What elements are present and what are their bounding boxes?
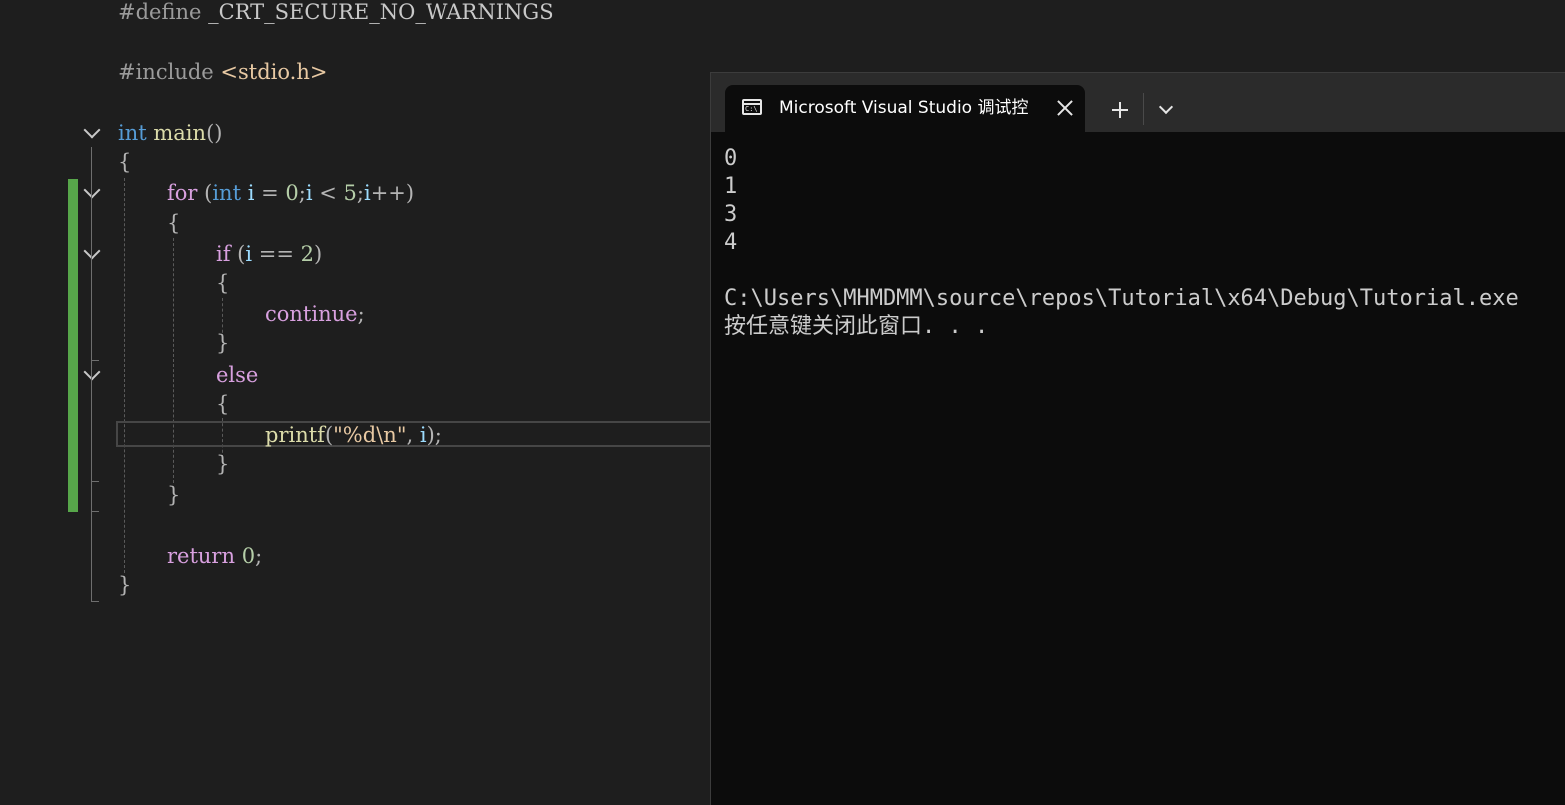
code-token: int	[212, 181, 242, 205]
collapse-if-chevron-icon[interactable]	[83, 242, 101, 260]
code-token: {	[167, 211, 181, 235]
code-token: if	[216, 242, 231, 266]
outline-else-end	[91, 481, 99, 482]
code-token: ++)	[370, 181, 415, 205]
change-indicator-bar	[68, 179, 78, 512]
console-output-line: 0	[724, 146, 738, 171]
collapse-main-chevron-icon[interactable]	[83, 121, 101, 139]
code-line[interactable]: }	[167, 480, 180, 510]
code-token: <	[312, 181, 344, 205]
code-token: 2	[300, 242, 315, 266]
code-token: ;	[255, 544, 263, 568]
terminal-tab[interactable]: C:\ Microsoft Visual Studio 调试控	[725, 85, 1085, 132]
code-token: {	[216, 271, 230, 295]
code-token: ==	[252, 242, 301, 266]
outline-main-line	[91, 147, 92, 601]
code-token: main	[153, 121, 207, 145]
terminal-tab-bar: C:\ Microsoft Visual Studio 调试控	[711, 73, 1565, 132]
code-line[interactable]: if (i == 2)	[216, 239, 322, 269]
code-line[interactable]: {	[167, 208, 180, 238]
code-line[interactable]: int main()	[118, 118, 222, 148]
code-line[interactable]: for (int i = 0;i < 5;i++)	[167, 178, 414, 208]
code-token: ;	[357, 302, 365, 326]
code-line[interactable]: #include <stdio.h>	[118, 57, 327, 87]
console-output-line: C:\Users\MHMDMM\source\repos\Tutorial\x6…	[724, 286, 1519, 311]
code-token: #include	[118, 60, 214, 84]
code-token: "%d	[333, 423, 377, 447]
tab-dropdown-chevron-icon[interactable]	[1151, 95, 1181, 125]
code-token: for	[167, 181, 198, 205]
code-token: i	[363, 181, 371, 205]
console-output-line: 4	[724, 230, 738, 255]
code-token: }	[167, 483, 181, 507]
code-token: ()	[206, 121, 223, 145]
code-token: }	[118, 573, 132, 597]
tab-separator	[1143, 93, 1144, 125]
code-line[interactable]: continue;	[265, 299, 365, 329]
new-tab-plus-icon[interactable]	[1105, 95, 1135, 125]
code-token: ,	[406, 423, 420, 447]
code-token: i	[305, 181, 313, 205]
code-token: 5	[343, 181, 357, 205]
code-token: <stdio.h>	[220, 60, 328, 84]
code-line[interactable]: }	[216, 449, 229, 479]
collapse-else-chevron-icon[interactable]	[83, 363, 101, 381]
code-token: #define	[118, 0, 202, 24]
command-prompt-icon-text: C:\	[745, 105, 758, 113]
debug-console-window[interactable]: C:\ Microsoft Visual Studio 调试控 0 1 3 4 C:\U…	[710, 72, 1565, 805]
code-line[interactable]: return 0;	[167, 541, 262, 571]
code-token: i	[419, 423, 427, 447]
code-line[interactable]: {	[118, 147, 131, 177]
code-line[interactable]: {	[216, 389, 229, 419]
code-token: ;	[356, 181, 364, 205]
console-output-line: 3	[724, 202, 738, 227]
code-token: (	[197, 181, 213, 205]
console-output: 0 1 3 4 C:\Users\MHMDMM\source\repos\Tutoria…	[724, 145, 1519, 341]
tab-title: Microsoft Visual Studio 调试控	[779, 98, 1029, 118]
code-token: (	[324, 423, 334, 447]
code-token: }	[216, 452, 230, 476]
code-token: continue	[265, 302, 358, 326]
code-token: (	[230, 242, 246, 266]
code-token: 0	[241, 544, 256, 568]
code-token: _CRT_SECURE_NO_WARNINGS	[208, 0, 554, 24]
command-prompt-icon: C:\	[742, 99, 762, 115]
code-token: );	[426, 423, 442, 447]
outline-for-end	[91, 511, 99, 512]
outline-main-end	[91, 601, 99, 602]
code-token: else	[216, 363, 259, 387]
console-output-line: 1	[724, 174, 738, 199]
code-token: }	[216, 331, 230, 355]
code-line[interactable]: {	[216, 268, 229, 298]
code-line[interactable]: printf("%d\n", i);	[265, 420, 442, 450]
console-output-line: 按任意键关闭此窗口. . .	[724, 314, 989, 339]
code-line[interactable]: #define _CRT_SECURE_NO_WARNINGS	[118, 0, 554, 27]
code-token: int	[118, 121, 147, 145]
code-token: printf	[265, 423, 325, 447]
code-token: {	[118, 150, 132, 174]
indent-guide-main	[124, 178, 125, 573]
code-line[interactable]: else	[216, 360, 258, 390]
code-token: \n	[376, 423, 397, 447]
code-token: ;	[298, 181, 306, 205]
code-token: )	[314, 242, 323, 266]
code-token: 0	[285, 181, 299, 205]
code-token: =	[254, 181, 286, 205]
outline-if-end	[91, 360, 99, 361]
code-line[interactable]: }	[216, 328, 229, 358]
collapse-for-chevron-icon[interactable]	[83, 181, 101, 199]
code-token: {	[216, 392, 230, 416]
code-token: return	[167, 544, 235, 568]
close-tab-icon[interactable]	[1055, 98, 1075, 118]
code-line[interactable]: }	[118, 570, 131, 600]
